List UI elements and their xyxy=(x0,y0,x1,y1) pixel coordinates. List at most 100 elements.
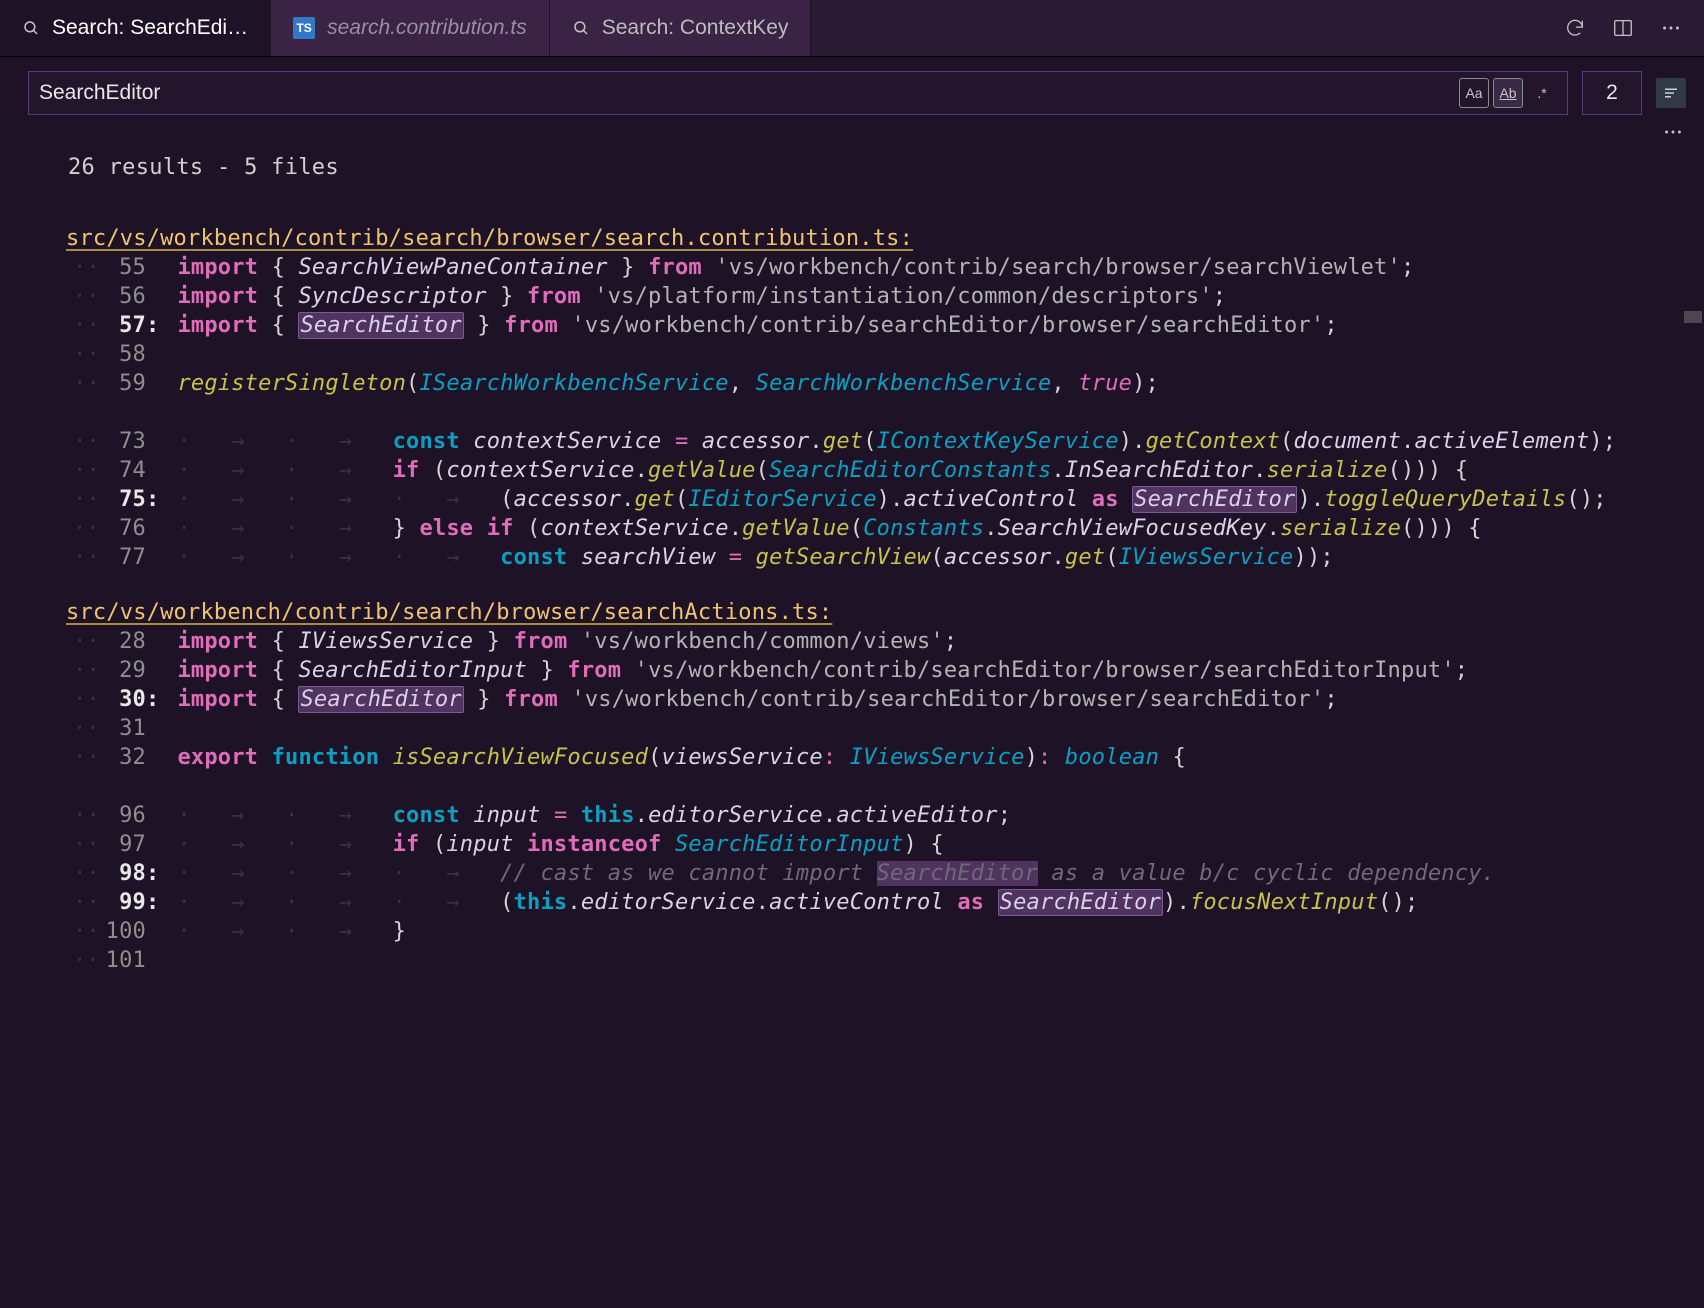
code-content: · → · → } else if (contextService.getVal… xyxy=(160,514,1482,543)
gutter-whitespace: ·· xyxy=(66,656,100,685)
gutter-whitespace: ·· xyxy=(66,369,100,398)
result-line[interactable]: ··75: · → · → · → (accessor.get(IEditorS… xyxy=(66,485,1704,514)
result-line[interactable]: ··56 import { SyncDescriptor } from 'vs/… xyxy=(66,282,1704,311)
match-case-toggle[interactable]: Aa xyxy=(1459,78,1489,108)
line-hit-marker xyxy=(146,253,160,282)
more-search-actions-icon[interactable] xyxy=(1662,121,1684,143)
gutter-whitespace: ·· xyxy=(66,514,100,543)
code-content: import { SearchEditor } from 'vs/workben… xyxy=(160,685,1338,714)
code-content xyxy=(160,946,177,975)
code-content: import { SearchViewPaneContainer } from … xyxy=(160,253,1414,282)
line-number: 30 xyxy=(100,685,146,714)
split-editor-icon[interactable] xyxy=(1612,17,1634,39)
result-line[interactable]: ··28 import { IViewsService } from 'vs/w… xyxy=(66,627,1704,656)
code-content xyxy=(160,714,177,743)
line-hit-marker xyxy=(146,656,160,685)
regex-toggle[interactable]: .* xyxy=(1527,78,1557,108)
tab-label: search.contribution.ts xyxy=(327,16,527,40)
line-hit-marker: : xyxy=(146,859,160,888)
context-gap xyxy=(66,398,1704,427)
line-hit-marker xyxy=(146,627,160,656)
gutter-whitespace: ·· xyxy=(66,282,100,311)
result-line[interactable]: ··74 · → · → if (contextService.getValue… xyxy=(66,456,1704,485)
tab-0[interactable]: Search: SearchEdi… xyxy=(0,0,271,56)
line-hit-marker xyxy=(146,830,160,859)
code-content: export function isSearchViewFocused(view… xyxy=(160,743,1186,772)
result-line[interactable]: ··96 · → · → const input = this.editorSe… xyxy=(66,801,1704,830)
result-line[interactable]: ··55 import { SearchViewPaneContainer } … xyxy=(66,253,1704,282)
file-block: src/vs/workbench/contrib/search/browser/… xyxy=(66,226,1704,572)
line-hit-marker xyxy=(146,801,160,830)
result-line[interactable]: ··73 · → · → const contextService = acce… xyxy=(66,427,1704,456)
gutter-whitespace: ·· xyxy=(66,859,100,888)
result-line[interactable]: ··30: import { SearchEditor } from 'vs/w… xyxy=(66,685,1704,714)
line-number: 58 xyxy=(100,340,146,369)
result-line[interactable]: ··98: · → · → · → // cast as we cannot i… xyxy=(66,859,1704,888)
line-number: 28 xyxy=(100,627,146,656)
tab-1[interactable]: TS search.contribution.ts xyxy=(271,0,550,56)
gutter-whitespace: ·· xyxy=(66,714,100,743)
refresh-icon[interactable] xyxy=(1564,17,1586,39)
line-number: 77 xyxy=(100,543,146,572)
tabbar-spacer xyxy=(811,0,1542,56)
result-line[interactable]: ··77 · → · → · → const searchView = getS… xyxy=(66,543,1704,572)
whole-word-toggle[interactable]: Ab xyxy=(1493,78,1523,108)
gutter-whitespace: ·· xyxy=(66,340,100,369)
result-line[interactable]: ··59 registerSingleton(ISearchWorkbenchS… xyxy=(66,369,1704,398)
line-hit-marker xyxy=(146,514,160,543)
line-number: 98 xyxy=(100,859,146,888)
code-content: import { SearchEditorInput } from 'vs/wo… xyxy=(160,656,1468,685)
line-hit-marker xyxy=(146,543,160,572)
result-line[interactable]: ··58 xyxy=(66,340,1704,369)
result-line[interactable]: ··101 xyxy=(66,946,1704,975)
typescript-icon: TS xyxy=(293,17,315,39)
gutter-whitespace: ·· xyxy=(66,627,100,656)
code-content: · → · → · → (this.editorService.activeCo… xyxy=(160,888,1418,917)
line-hit-marker xyxy=(146,917,160,946)
gutter-whitespace: ·· xyxy=(66,485,100,514)
gutter-whitespace: ·· xyxy=(66,253,100,282)
code-content: import { SyncDescriptor } from 'vs/platf… xyxy=(160,282,1226,311)
line-number: 96 xyxy=(100,801,146,830)
line-hit-marker: : xyxy=(146,311,160,340)
line-hit-marker xyxy=(146,456,160,485)
search-input[interactable] xyxy=(39,81,1459,105)
file-path[interactable]: src/vs/workbench/contrib/search/browser/… xyxy=(66,600,1704,627)
code-content: · → · → if (contextService.getValue(Sear… xyxy=(160,456,1468,485)
file-path[interactable]: src/vs/workbench/contrib/search/browser/… xyxy=(66,226,1704,253)
search-header: Aa Ab .* xyxy=(0,57,1704,121)
gutter-whitespace: ·· xyxy=(66,743,100,772)
context-lines-input[interactable] xyxy=(1583,81,1641,105)
code-content: import { SearchEditor } from 'vs/workben… xyxy=(160,311,1338,340)
result-line[interactable]: ··29 import { SearchEditorInput } from '… xyxy=(66,656,1704,685)
code-content: import { IViewsService } from 'vs/workbe… xyxy=(160,627,957,656)
line-number: 56 xyxy=(100,282,146,311)
tab-bar: Search: SearchEdi… TS search.contribution.… xyxy=(0,0,1704,57)
result-line[interactable]: ··57: import { SearchEditor } from 'vs/w… xyxy=(66,311,1704,340)
line-number: 76 xyxy=(100,514,146,543)
tab-label: Search: ContextKey xyxy=(602,16,789,40)
line-number: 99 xyxy=(100,888,146,917)
line-number: 59 xyxy=(100,369,146,398)
code-content: · → · → const contextService = accessor.… xyxy=(160,427,1616,456)
tab-2[interactable]: Search: ContextKey xyxy=(550,0,812,56)
line-number: 55 xyxy=(100,253,146,282)
result-line[interactable]: ··99: · → · → · → (this.editorService.ac… xyxy=(66,888,1704,917)
minimap[interactable] xyxy=(1684,311,1702,323)
line-number: 29 xyxy=(100,656,146,685)
line-hit-marker xyxy=(146,427,160,456)
results-summary: 26 results - 5 files xyxy=(66,151,1704,198)
result-line[interactable]: ··31 xyxy=(66,714,1704,743)
search-icon xyxy=(22,19,40,37)
line-hit-marker xyxy=(146,340,160,369)
line-number: 100 xyxy=(100,917,146,946)
gutter-whitespace: ·· xyxy=(66,917,100,946)
more-actions-icon[interactable] xyxy=(1660,17,1682,39)
result-line[interactable]: ··97 · → · → if (input instanceof Search… xyxy=(66,830,1704,859)
gutter-whitespace: ·· xyxy=(66,311,100,340)
result-line[interactable]: ··32 export function isSearchViewFocused… xyxy=(66,743,1704,772)
toggle-search-details-icon[interactable] xyxy=(1656,78,1686,108)
result-line[interactable]: ··100 · → · → } xyxy=(66,917,1704,946)
code-content xyxy=(160,340,177,369)
result-line[interactable]: ··76 · → · → } else if (contextService.g… xyxy=(66,514,1704,543)
